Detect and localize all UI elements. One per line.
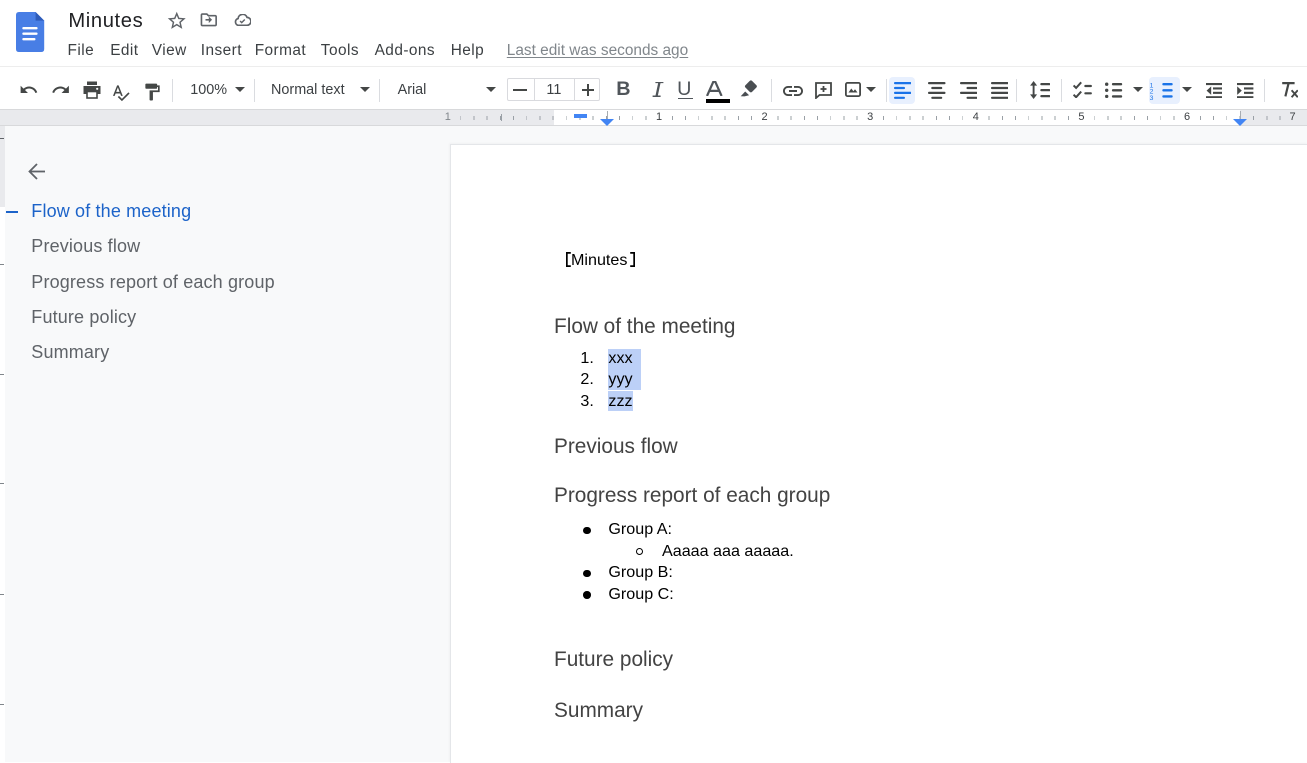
svg-text:3: 3 — [1149, 95, 1153, 100]
